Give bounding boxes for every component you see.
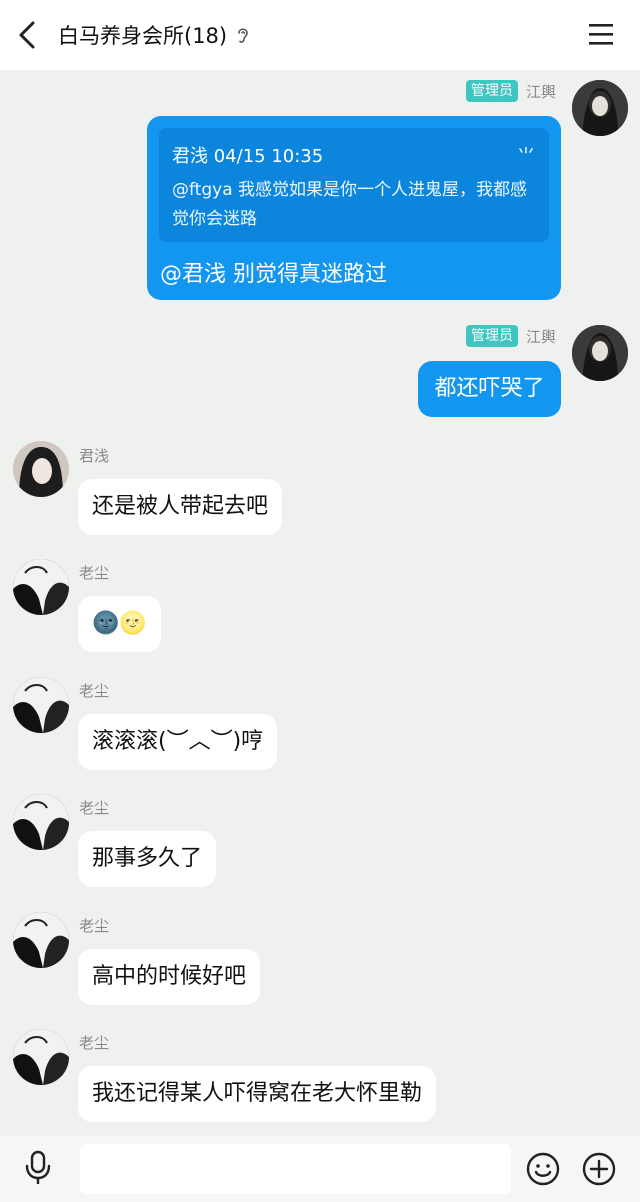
admin-badge: 管理员 xyxy=(465,325,518,347)
sender-name: 老尘 xyxy=(79,799,110,817)
avatar[interactable] xyxy=(572,325,628,381)
admin-badge: 管理员 xyxy=(465,80,518,102)
message-text: 那事多久了 xyxy=(92,846,203,871)
message-bubble[interactable]: 滚滚滚(︶︿︶)哼 xyxy=(78,714,278,770)
message-bubble[interactable]: 我还记得某人吓得窝在老大怀里勒 xyxy=(78,1066,437,1122)
ear-icon xyxy=(238,28,248,43)
input-bar xyxy=(0,1136,640,1202)
message-bubble[interactable]: 还是被人带起去吧 xyxy=(78,479,283,535)
emoji-icon[interactable] xyxy=(526,1152,560,1186)
sender-name: 江輿 xyxy=(525,327,556,346)
message-bubble[interactable]: 都还吓哭了 xyxy=(418,361,561,417)
message-meta: 管理员 江輿 xyxy=(465,80,556,102)
quote-text: @ftgya 我感觉如果是你一个人进鬼屋，我都感觉你会迷路 xyxy=(172,180,528,229)
message-text: 我还记得某人吓得窝在老大怀里勒 xyxy=(92,1081,423,1106)
avatar[interactable] xyxy=(572,80,628,136)
microphone-icon[interactable] xyxy=(24,1150,52,1186)
quote-header: 君浅 04/15 10:35 xyxy=(172,146,324,167)
sender-name: 老尘 xyxy=(79,1034,110,1052)
message-input[interactable] xyxy=(80,1144,511,1194)
chat-header: 白马养身会所(18) xyxy=(0,0,640,70)
message-text: 还是被人带起去吧 xyxy=(92,494,269,519)
sender-name: 老尘 xyxy=(79,564,110,582)
quoted-reply[interactable]: 君浅 04/15 10:35 ⺌ @ftgya 我感觉如果是你一个人进鬼屋，我都… xyxy=(159,128,549,242)
avatar[interactable] xyxy=(13,559,69,615)
plus-icon[interactable] xyxy=(582,1152,616,1186)
message-meta: 管理员 江輿 xyxy=(465,325,556,347)
quote-collapse-icon[interactable]: ⺌ xyxy=(517,142,535,168)
chat-title: 白马养身会所(18) xyxy=(58,24,228,48)
sender-name: 老尘 xyxy=(79,917,110,935)
hamburger-menu-icon[interactable] xyxy=(588,22,614,46)
sender-name: 江輿 xyxy=(525,82,556,101)
chat-title-group[interactable]: 白马养身会所(18) xyxy=(58,20,251,50)
avatar[interactable] xyxy=(13,441,69,497)
avatar[interactable] xyxy=(13,912,69,968)
message-text: 高中的时候好吧 xyxy=(92,964,247,989)
avatar[interactable] xyxy=(13,794,69,850)
sender-name: 老尘 xyxy=(79,682,110,700)
message-bubble[interactable]: 🌚🌝 xyxy=(78,596,161,652)
message-text: 都还吓哭了 xyxy=(434,376,545,401)
avatar[interactable] xyxy=(13,677,69,733)
avatar[interactable] xyxy=(13,1029,69,1085)
message-bubble[interactable]: 那事多久了 xyxy=(78,831,217,887)
message-text: @君浅 别觉得真迷路过 xyxy=(160,262,387,287)
sender-name: 君浅 xyxy=(79,447,110,465)
message-bubble[interactable]: 高中的时候好吧 xyxy=(78,949,261,1005)
message-bubble[interactable]: 君浅 04/15 10:35 ⺌ @ftgya 我感觉如果是你一个人进鬼屋，我都… xyxy=(147,116,561,300)
message-text: 🌚🌝 xyxy=(92,611,147,636)
message-text: 滚滚滚(︶︿︶)哼 xyxy=(92,729,264,754)
chevron-left-icon[interactable] xyxy=(14,20,42,50)
